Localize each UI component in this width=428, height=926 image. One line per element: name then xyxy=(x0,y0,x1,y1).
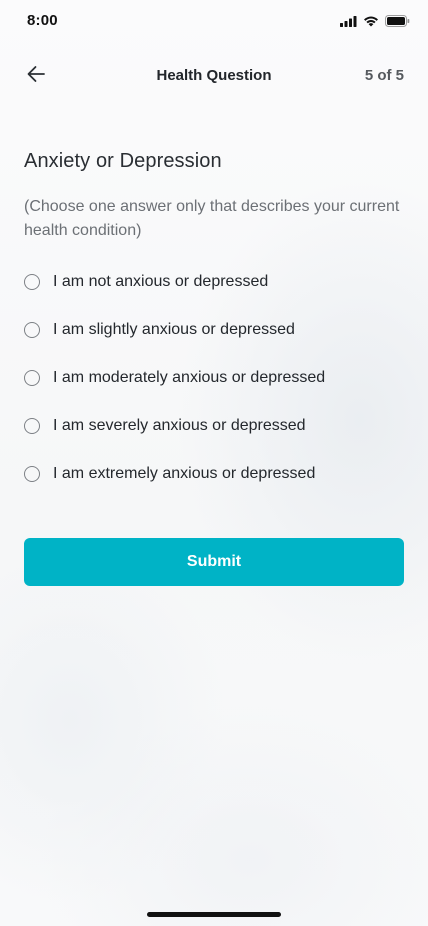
radio-button[interactable] xyxy=(24,274,40,290)
submit-button[interactable]: Submit xyxy=(24,538,404,586)
option-label: I am not anxious or depressed xyxy=(53,273,269,290)
option-label: I am severely anxious or depressed xyxy=(53,417,306,434)
option-extremely-anxious[interactable]: I am extremely anxious or depressed xyxy=(24,462,404,486)
option-label: I am extremely anxious or depressed xyxy=(53,465,316,482)
option-label: I am slightly anxious or depressed xyxy=(53,321,295,338)
question-hint: (Choose one answer only that describes y… xyxy=(24,198,400,239)
radio-button[interactable] xyxy=(24,370,40,386)
question-title: Anxiety or Depression xyxy=(24,150,222,172)
status-bar: 8:00 xyxy=(0,0,428,44)
radio-button[interactable] xyxy=(24,418,40,434)
cellular-signal-icon xyxy=(340,14,357,32)
option-severely-anxious[interactable]: I am severely anxious or depressed xyxy=(24,414,404,438)
wifi-icon xyxy=(363,14,379,32)
option-label: I am moderately anxious or depressed xyxy=(53,369,326,386)
option-not-anxious[interactable]: I am not anxious or depressed xyxy=(24,270,404,294)
option-slightly-anxious[interactable]: I am slightly anxious or depressed xyxy=(24,318,404,342)
status-icons xyxy=(340,14,410,32)
screen: 8:00 Health Question 5 of 5 Anxiety or D… xyxy=(0,0,428,926)
battery-icon xyxy=(385,14,410,32)
home-indicator xyxy=(147,912,281,917)
page-title: Health Question xyxy=(156,67,272,84)
radio-button[interactable] xyxy=(24,466,40,482)
question-progress: 5 of 5 xyxy=(364,67,404,84)
radio-button[interactable] xyxy=(24,322,40,338)
answer-options: I am not anxious or depressed I am sligh… xyxy=(24,270,404,510)
status-time: 8:00 xyxy=(27,12,58,29)
option-moderately-anxious[interactable]: I am moderately anxious or depressed xyxy=(24,366,404,390)
header: Health Question 5 of 5 xyxy=(0,52,428,100)
